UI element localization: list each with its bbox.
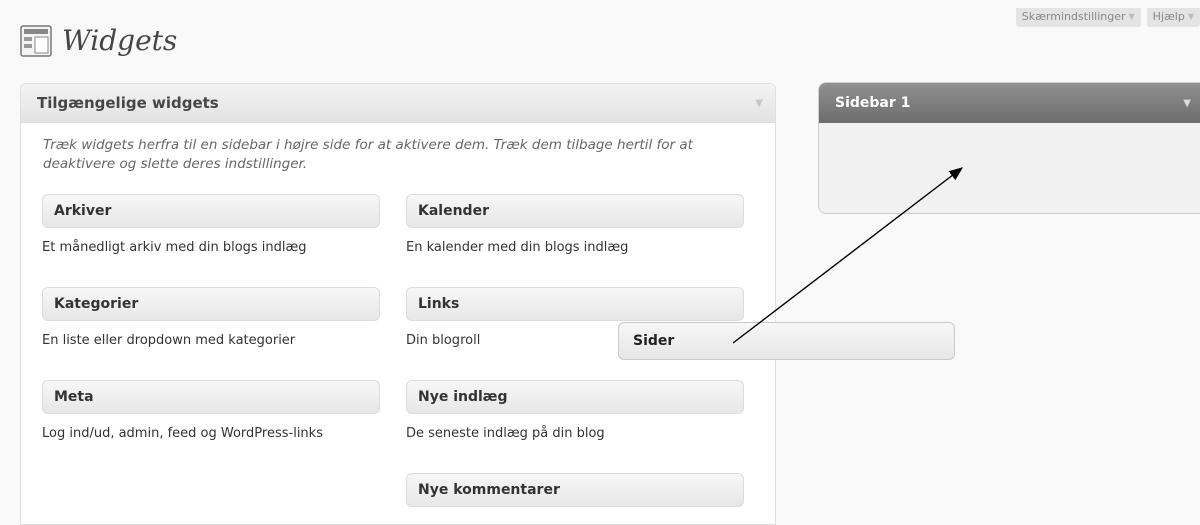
sidebar-1-dropzone[interactable]: Sidebar 1 ▼	[818, 82, 1200, 214]
toggle-arrow-icon[interactable]: ▼	[755, 98, 763, 109]
chevron-down-icon: ▼	[1128, 12, 1135, 21]
widget-handle[interactable]: Nye indlæg	[406, 380, 744, 414]
widget-handle[interactable]: Nye kommentarer	[406, 473, 744, 507]
widget-nye-indlaeg: Nye indlæg De seneste indlæg på din blog	[406, 380, 744, 444]
widget-description: Log ind/ud, admin, feed og WordPress-lin…	[42, 426, 323, 441]
widget-meta: Meta Log ind/ud, admin, feed og WordPres…	[42, 380, 380, 444]
widget-description: En kalender med din blogs indlæg	[406, 240, 629, 255]
chevron-down-icon: ▼	[1187, 12, 1194, 21]
screen-meta-links: Skærmindstillinger ▼ Hjælp ▼	[1015, 8, 1200, 27]
toggle-arrow-icon[interactable]: ▼	[1183, 98, 1191, 109]
help-button[interactable]: Hjælp ▼	[1146, 8, 1200, 27]
widget-description: Et månedligt arkiv med din blogs indlæg	[42, 240, 307, 255]
widget-handle[interactable]: Links	[406, 287, 744, 321]
page-title: Widgets	[62, 24, 178, 57]
screen-options-label: Skærmindstillinger	[1021, 10, 1126, 23]
widget-handle[interactable]: Kalender	[406, 194, 744, 228]
available-widgets-title: Tilgængelige widgets	[37, 94, 219, 112]
widget-arkiver: Arkiver Et månedligt arkiv med din blogs…	[42, 194, 380, 258]
widgets-icon	[20, 24, 52, 57]
widget-description: De seneste indlæg på din blog	[406, 426, 605, 441]
widget-nye-kommentarer: Nye kommentarer	[406, 473, 744, 507]
widget-handle[interactable]: Kategorier	[42, 287, 380, 321]
screen-options-button[interactable]: Skærmindstillinger ▼	[1015, 8, 1141, 27]
widget-handle[interactable]: Meta	[42, 380, 380, 414]
sidebar-1-header[interactable]: Sidebar 1 ▼	[819, 83, 1200, 123]
widget-kalender: Kalender En kalender med din blogs indlæ…	[406, 194, 744, 258]
widget-kategorier: Kategorier En liste eller dropdown med k…	[42, 287, 380, 351]
dragging-widget-sider[interactable]: Sider	[618, 322, 955, 360]
available-widgets-description: Træk widgets herfra til en sidebar i høj…	[43, 137, 693, 172]
widget-handle[interactable]: Arkiver	[42, 194, 380, 228]
sidebar-1-title: Sidebar 1	[835, 95, 911, 111]
widget-description: En liste eller dropdown med kategorier	[42, 333, 296, 348]
available-widgets-header[interactable]: Tilgængelige widgets ▼	[21, 84, 775, 123]
page-header: Widgets	[20, 24, 177, 57]
help-label: Hjælp	[1152, 10, 1185, 23]
available-widgets-panel: Tilgængelige widgets ▼ Træk widgets herf…	[20, 83, 776, 525]
